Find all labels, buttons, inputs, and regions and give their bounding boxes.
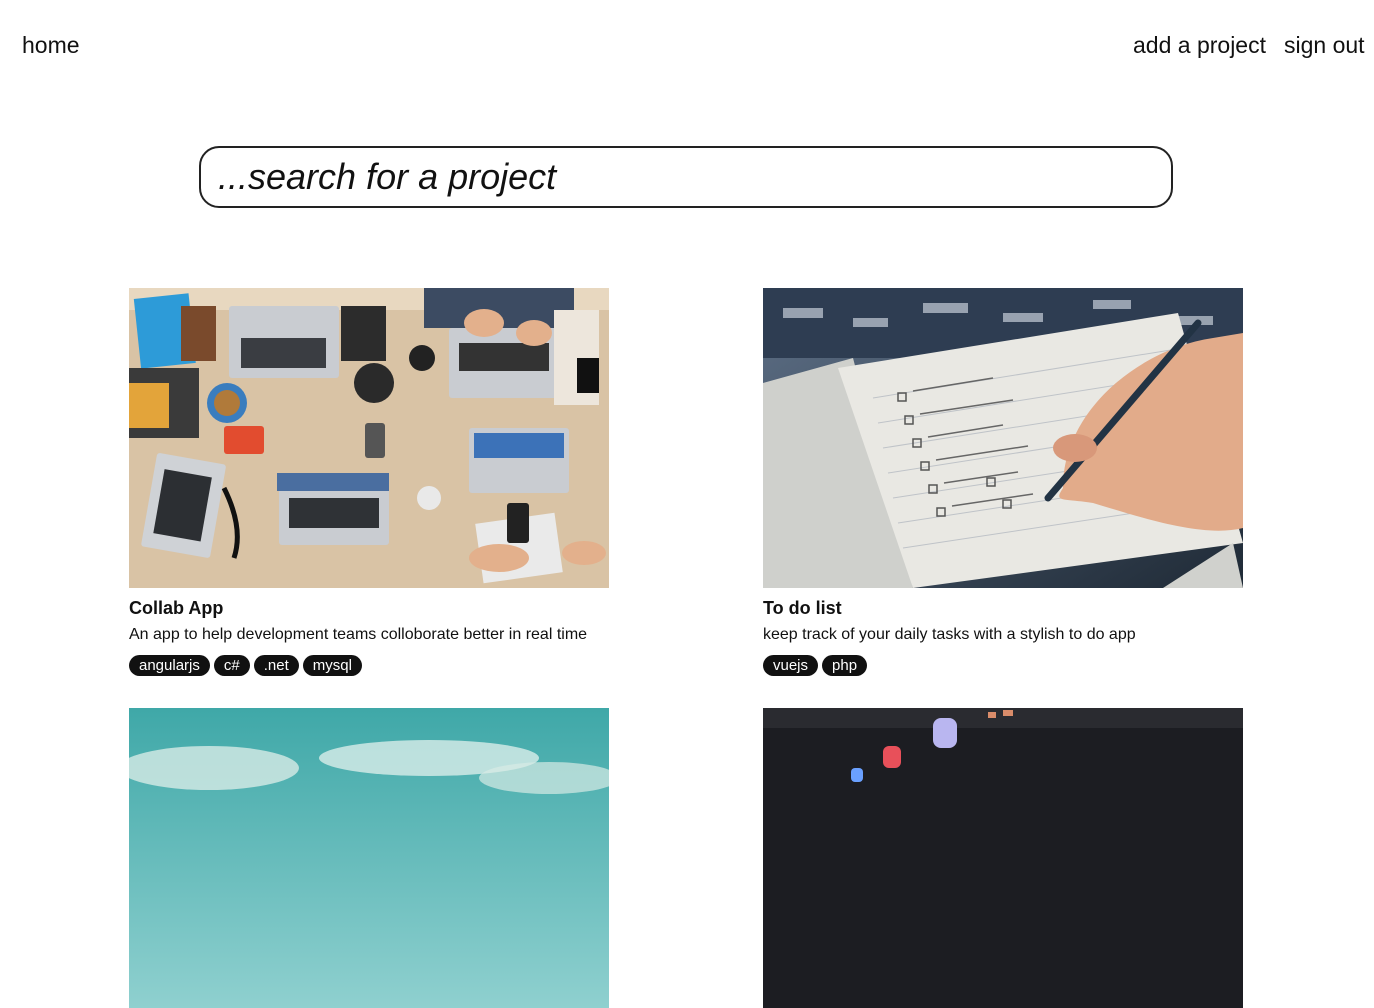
nav-home-link[interactable]: home [22,30,80,60]
tag-badge[interactable]: .net [253,655,299,676]
project-card[interactable] [129,708,609,1008]
tag-badge[interactable]: angularjs [129,655,210,676]
project-card[interactable]: Collab App An app to help development te… [129,288,609,676]
project-description: keep track of your daily tasks with a st… [763,626,1136,643]
search-input[interactable] [201,156,1171,198]
project-image-laptops[interactable] [129,288,609,588]
nav-sign-out-link[interactable]: sign out [1284,30,1365,60]
project-image-notebook[interactable] [763,288,1243,588]
tag-badge[interactable]: vuejs [763,655,819,676]
tag-badge[interactable]: mysql [302,655,362,676]
project-title[interactable]: Collab App [129,597,609,619]
tag-list: angularjs c# .net mysql [129,655,609,676]
top-nav: home add a project sign out [0,0,1374,90]
project-title[interactable]: To do list [763,597,1243,619]
tag-badge[interactable]: c# [213,655,250,676]
project-image-sky[interactable] [129,708,609,1008]
search-box [199,146,1173,208]
tag-list: vuejs php [763,655,1243,676]
project-card[interactable] [763,708,1243,1008]
nav-add-project-link[interactable]: add a project [1133,30,1266,60]
project-description: An app to help development teams collobo… [129,626,588,643]
tag-badge[interactable]: php [822,655,868,676]
project-image-arcade[interactable] [763,708,1243,1008]
project-card[interactable]: To do list keep track of your daily task… [763,288,1243,676]
